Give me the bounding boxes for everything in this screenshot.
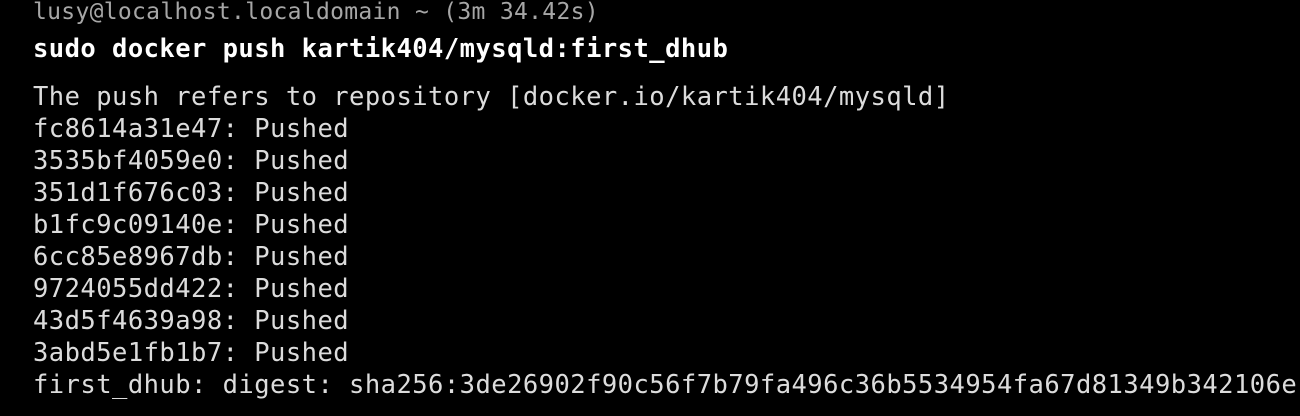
- layer-status-line: 351d1f676c03: Pushed: [33, 178, 350, 208]
- command-line[interactable]: sudo docker push kartik404/mysqld:first_…: [33, 33, 728, 65]
- push-reference-line: The push refers to repository [docker.io…: [33, 82, 950, 112]
- layer-status-line: 43d5f4639a98: Pushed: [33, 306, 350, 336]
- layer-status-line: 9724055dd422: Pushed: [33, 274, 350, 304]
- layer-status-line: b1fc9c09140e: Pushed: [33, 210, 350, 240]
- digest-line: first_dhub: digest: sha256:3de26902f90c5…: [33, 370, 1298, 400]
- terminal-window: lusy@localhost.localdomain ~ (3m 34.42s)…: [0, 0, 1300, 416]
- prompt-header: lusy@localhost.localdomain ~ (3m 34.42s): [33, 0, 599, 25]
- layer-status-line: 3abd5e1fb1b7: Pushed: [33, 338, 350, 368]
- layer-status-line: 6cc85e8967db: Pushed: [33, 242, 350, 272]
- layer-status-line: 3535bf4059e0: Pushed: [33, 146, 350, 176]
- layer-status-line: fc8614a31e47: Pushed: [33, 114, 350, 144]
